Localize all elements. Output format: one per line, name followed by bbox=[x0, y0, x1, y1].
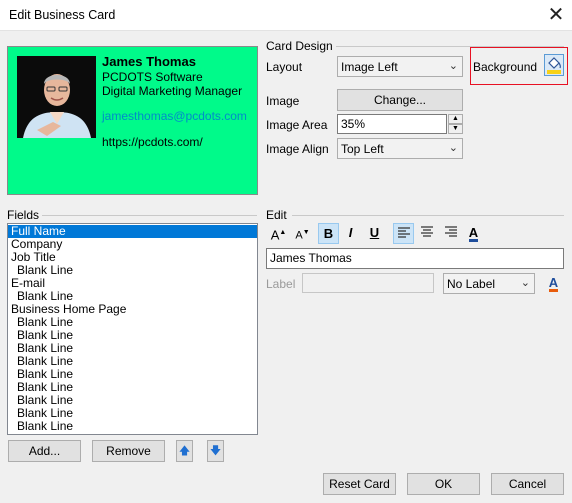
move-down-icon[interactable]: 🡇 bbox=[207, 440, 224, 462]
image-align-label: Image Align bbox=[266, 142, 329, 156]
card-design-heading: Card Design bbox=[266, 39, 333, 53]
layout-dropdown[interactable]: Image Left ⌄ bbox=[337, 56, 463, 77]
move-up-icon[interactable]: 🡅 bbox=[176, 440, 193, 462]
image-label: Image bbox=[266, 94, 300, 108]
fields-divider bbox=[42, 215, 257, 216]
image-area-input[interactable]: 35% bbox=[337, 114, 447, 134]
field-value-input[interactable]: James Thomas bbox=[266, 248, 564, 269]
list-item[interactable]: Blank Line bbox=[8, 420, 257, 433]
align-left-icon[interactable] bbox=[393, 223, 414, 244]
contact-photo bbox=[17, 56, 96, 138]
image-align-dropdown[interactable]: Top Left ⌄ bbox=[337, 138, 463, 159]
label-label: Label bbox=[266, 277, 296, 291]
underline-button[interactable]: U bbox=[364, 223, 385, 244]
fields-items: Full Name Company Job Title Blank Line E-mai… bbox=[8, 224, 257, 433]
spin-down-icon[interactable]: ▼ bbox=[448, 124, 463, 134]
cancel-button[interactable]: Cancel bbox=[491, 473, 564, 495]
label-input[interactable] bbox=[302, 273, 434, 293]
chevron-down-icon: ⌄ bbox=[448, 142, 458, 154]
reset-card-button[interactable]: Reset Card bbox=[323, 473, 396, 495]
change-image-button[interactable]: Change... bbox=[337, 89, 463, 111]
layout-label: Layout bbox=[266, 60, 303, 74]
paint-bucket-icon[interactable] bbox=[544, 54, 564, 76]
ok-button[interactable]: OK bbox=[407, 473, 480, 495]
image-align-value: Top Left bbox=[341, 142, 384, 156]
list-item[interactable]: Blank Line bbox=[8, 264, 257, 277]
card-email: jamesthomas@pcdots.com bbox=[102, 109, 247, 123]
grow-font-icon[interactable]: A▲ bbox=[268, 223, 289, 244]
edit-divider bbox=[292, 215, 564, 216]
edit-heading: Edit bbox=[266, 208, 287, 222]
window-title: Edit Business Card bbox=[9, 8, 116, 22]
spin-up-icon[interactable]: ▲ bbox=[448, 114, 463, 124]
label-position-dropdown[interactable]: No Label ⌄ bbox=[443, 273, 535, 294]
label-color-icon[interactable]: A bbox=[543, 273, 564, 294]
close-icon[interactable]: ✕ bbox=[545, 5, 567, 27]
font-color-icon[interactable]: A bbox=[463, 223, 484, 244]
shrink-font-icon[interactable]: A▼ bbox=[292, 223, 313, 244]
business-card-preview: James Thomas PCDOTS Software Digital Mar… bbox=[7, 46, 258, 195]
label-position-value: No Label bbox=[447, 277, 496, 291]
align-center-icon[interactable] bbox=[416, 223, 437, 244]
card-job-title: Digital Marketing Manager bbox=[102, 84, 243, 98]
background-label: Background bbox=[473, 60, 538, 74]
image-area-label: Image Area bbox=[266, 118, 328, 132]
remove-field-button[interactable]: Remove bbox=[92, 440, 165, 462]
card-name: James Thomas bbox=[102, 54, 196, 69]
add-field-button[interactable]: Add... bbox=[8, 440, 81, 462]
layout-value: Image Left bbox=[341, 60, 398, 74]
chevron-down-icon: ⌄ bbox=[520, 277, 530, 289]
align-right-icon[interactable] bbox=[440, 223, 461, 244]
fields-heading: Fields bbox=[7, 208, 40, 222]
card-website: https://pcdots.com/ bbox=[102, 135, 203, 149]
italic-button[interactable]: I bbox=[340, 223, 361, 244]
fields-list[interactable]: Full Name Company Job Title Blank Line E-mai… bbox=[7, 223, 258, 435]
bold-button[interactable]: B bbox=[318, 223, 339, 244]
card-company: PCDOTS Software bbox=[102, 70, 203, 84]
chevron-down-icon: ⌄ bbox=[448, 60, 458, 72]
